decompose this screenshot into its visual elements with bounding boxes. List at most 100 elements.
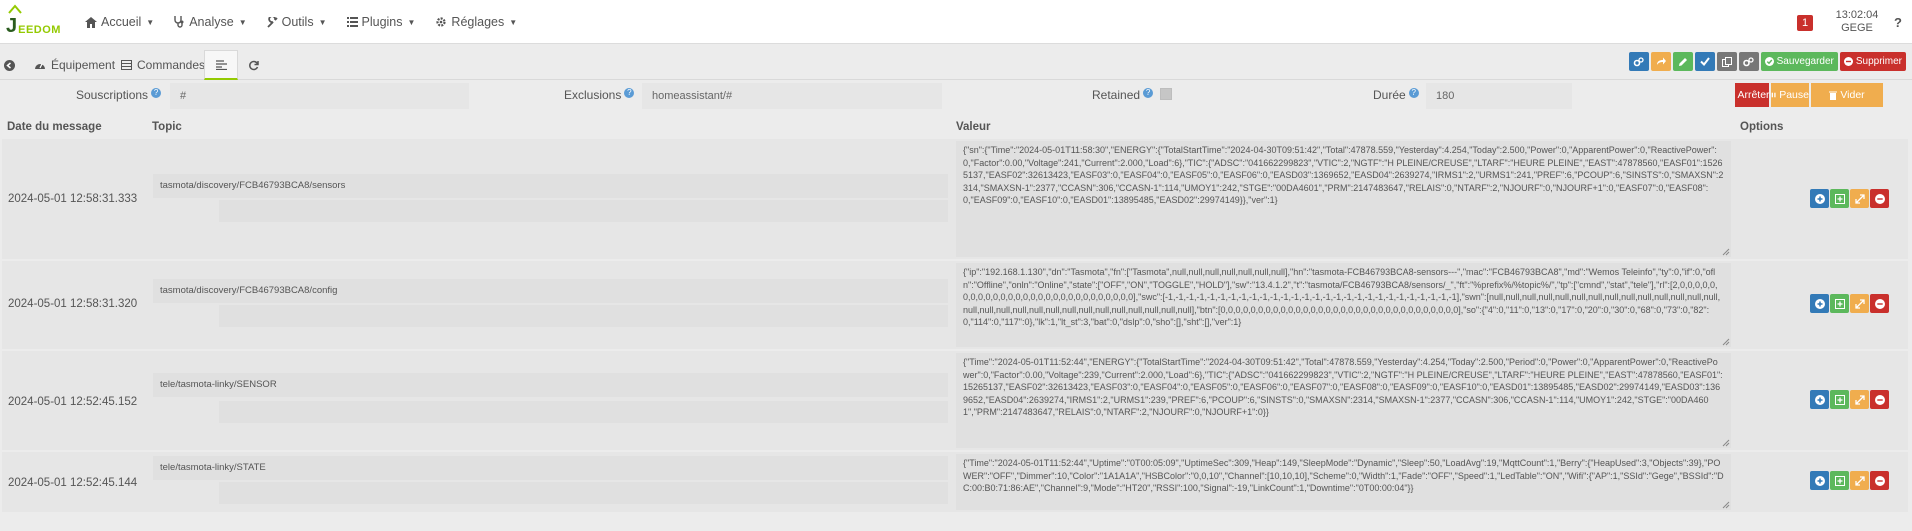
value-text: {"Time":"2024-05-01T11:52:44","Uptime":"… [963, 458, 1724, 493]
help-icon[interactable]: ? [1894, 15, 1902, 30]
question-circle-icon[interactable]: ? [1408, 88, 1419, 98]
value-textarea[interactable]: {"ip":"192.168.1.130","dn":"Tasmota","fn… [956, 263, 1731, 347]
duration-label-text: Durée [1373, 88, 1406, 102]
resize-grip-icon[interactable] [1722, 248, 1730, 256]
chevron-down-icon: ▼ [407, 17, 416, 27]
delete-button[interactable]: Supprimer [1839, 52, 1906, 71]
minus-circle-icon [1843, 57, 1853, 66]
configure-button[interactable] [1628, 52, 1649, 71]
add-square-button[interactable] [1830, 294, 1849, 313]
share-button[interactable] [1650, 52, 1671, 71]
topic-extra-field[interactable] [219, 482, 948, 504]
refresh-icon [249, 60, 259, 70]
minus-circle-icon [1874, 193, 1885, 204]
expand-button[interactable] [1850, 471, 1869, 490]
topic-extra-field[interactable] [219, 305, 948, 327]
main-menu: Accueil ▼ Analyse ▼ Outils ▼ Plugins ▼ R… [75, 0, 527, 44]
subscriptions-input[interactable] [170, 83, 469, 109]
value-text: {"ip":"192.168.1.130","dn":"Tasmota","fn… [963, 267, 1721, 327]
cogs-icon [1633, 56, 1644, 66]
tab-realtime[interactable] [204, 50, 238, 80]
jeedom-logo[interactable]: J EEDOM [6, 4, 61, 37]
back-button[interactable] [4, 50, 15, 80]
menu-plugins[interactable]: Plugins ▼ [337, 0, 426, 44]
tab-equipment[interactable]: Équipement [34, 50, 115, 80]
filter-row: Souscriptions? Exclusions? Retained? Dur… [0, 80, 1912, 116]
topic-field[interactable]: tele/tasmota-linky/SENSOR [153, 373, 948, 397]
delete-label: Supprimer [1855, 56, 1902, 67]
edit-button[interactable] [1672, 52, 1693, 71]
save-label: Sauvegarder [1776, 56, 1834, 67]
resize-grip-icon[interactable] [1722, 338, 1730, 346]
remove-button[interactable] [1870, 390, 1889, 409]
expand-button[interactable] [1850, 390, 1869, 409]
retained-checkbox[interactable] [1160, 88, 1172, 100]
advanced-config-button[interactable] [1738, 52, 1759, 71]
add-square-button[interactable] [1830, 390, 1849, 409]
topic-field[interactable]: tasmota/discovery/FCB46793BCA8/config [153, 279, 948, 303]
remove-button[interactable] [1870, 471, 1889, 490]
chevron-down-icon: ▼ [146, 17, 155, 27]
cogs-icon [436, 17, 447, 27]
refresh-button[interactable] [248, 50, 259, 80]
pause-button[interactable]: Pause [1771, 83, 1809, 107]
value-textarea[interactable]: {"sn":{"Time":"2024-05-01T11:58:30","ENE… [956, 141, 1731, 257]
topic-field[interactable]: tele/tasmota-linky/STATE [153, 456, 948, 480]
menu-analyse-label: Analyse [189, 15, 234, 29]
menu-reglages-label: Réglages [451, 15, 505, 29]
value-text: {"Time":"2024-05-01T11:52:44","ENERGY":{… [963, 357, 1723, 417]
topic-extra-field[interactable] [219, 200, 948, 222]
alert-count-badge[interactable]: 1 [1797, 15, 1813, 31]
topic-field[interactable]: tasmota/discovery/FCB46793BCA8/sensors [153, 174, 948, 198]
row-options [1810, 471, 1889, 490]
exclusions-label: Exclusions? [564, 88, 635, 102]
col-date-header: Date du message [7, 121, 102, 133]
topic-extra-field[interactable] [219, 401, 948, 423]
gears-icon [1743, 56, 1754, 66]
tab-commands-label: Commandes [137, 58, 206, 72]
expand-button[interactable] [1850, 294, 1869, 313]
save-button[interactable]: Sauvegarder [1760, 52, 1838, 71]
user-name[interactable]: GEGE [1827, 22, 1887, 35]
menu-outils[interactable]: Outils ▼ [257, 0, 337, 44]
value-textarea[interactable]: {"Time":"2024-05-01T11:52:44","Uptime":"… [956, 454, 1731, 510]
resize-grip-icon[interactable] [1722, 439, 1730, 447]
resize-grip-icon[interactable] [1722, 501, 1730, 509]
add-square-button[interactable] [1830, 471, 1849, 490]
add-command-button[interactable] [1810, 189, 1829, 208]
stop-label: Arrêter [1737, 89, 1770, 101]
question-circle-icon[interactable]: ? [624, 88, 635, 98]
tab-commands[interactable]: Commandes [121, 50, 205, 80]
menu-accueil-label: Accueil [101, 15, 142, 29]
plus-square-icon [1834, 394, 1845, 405]
menu-accueil[interactable]: Accueil ▼ [75, 0, 164, 44]
home-icon [85, 16, 97, 28]
plus-circle-icon [1814, 394, 1825, 405]
chevron-down-icon: ▼ [238, 17, 247, 27]
add-command-button[interactable] [1810, 390, 1829, 409]
exclusions-input[interactable] [642, 83, 942, 109]
menu-analyse[interactable]: Analyse ▼ [164, 0, 256, 44]
expand-icon [1854, 394, 1865, 405]
remove-button[interactable] [1870, 189, 1889, 208]
value-textarea[interactable]: {"Time":"2024-05-01T11:52:44","ENERGY":{… [956, 353, 1731, 448]
add-square-button[interactable] [1830, 189, 1849, 208]
question-circle-icon[interactable]: ? [151, 88, 162, 98]
menu-reglages[interactable]: Réglages ▼ [425, 0, 527, 44]
copy-button[interactable] [1716, 52, 1737, 71]
remove-button[interactable] [1870, 294, 1889, 313]
table-row: 2024-05-01 12:58:31.333 tasmota/discover… [2, 139, 1908, 259]
logo-letter: J [6, 15, 18, 37]
message-date: 2024-05-01 12:52:45.152 [8, 396, 138, 408]
duration-input[interactable] [1426, 83, 1572, 109]
wrench-icon [266, 16, 278, 28]
clear-button[interactable]: Vider [1811, 83, 1883, 107]
question-circle-icon[interactable]: ? [1143, 88, 1154, 98]
check-button[interactable] [1694, 52, 1715, 71]
add-command-button[interactable] [1810, 294, 1829, 313]
subscriptions-label-text: Souscriptions [76, 88, 149, 102]
add-command-button[interactable] [1810, 471, 1829, 490]
expand-button[interactable] [1850, 189, 1869, 208]
logo-text: EEDOM [18, 24, 61, 36]
stop-button[interactable]: Arrêter [1735, 83, 1770, 107]
